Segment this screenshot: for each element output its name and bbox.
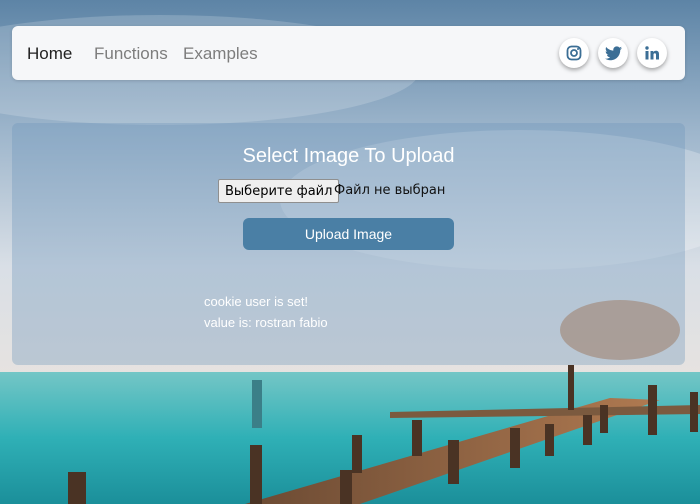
cookie-value-message: value is: rostran fabio [204, 315, 328, 330]
twitter-button[interactable] [598, 38, 628, 68]
instagram-button[interactable] [559, 38, 589, 68]
nav-home-link[interactable]: Home [27, 44, 72, 64]
instagram-icon [566, 45, 582, 61]
cookie-status-message: cookie user is set! [204, 294, 309, 309]
twitter-icon [604, 45, 622, 60]
upload-title: Select Image To Upload [242, 145, 455, 167]
upload-panel: Select Image To Upload Выберите файл Фай… [12, 123, 685, 365]
linkedin-button[interactable] [637, 38, 667, 68]
choose-file-button[interactable]: Выберите файл [218, 179, 340, 203]
nav-examples-link[interactable]: Examples [183, 44, 258, 64]
navbar: Home Functions Examples [12, 26, 685, 80]
file-status-text: Файл не выбран [334, 183, 446, 198]
nav-functions-link[interactable]: Functions [94, 44, 168, 64]
linkedin-icon [645, 46, 659, 60]
upload-image-button[interactable]: Upload Image [243, 218, 454, 250]
